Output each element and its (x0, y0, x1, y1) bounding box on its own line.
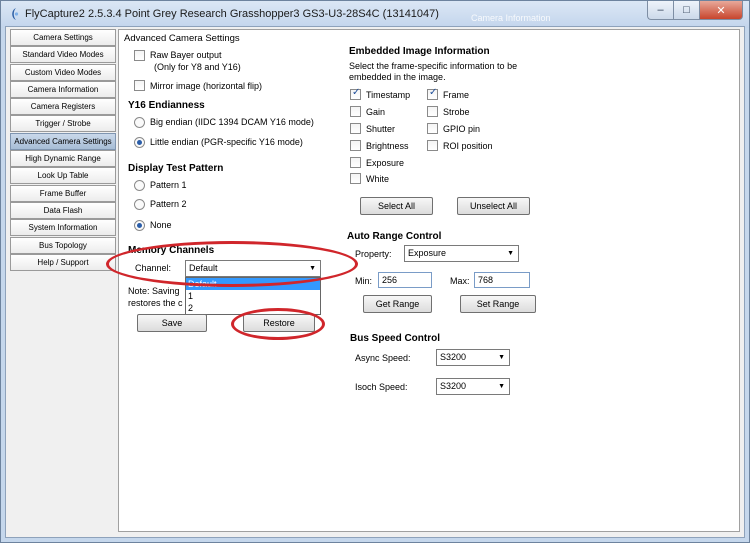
maximize-icon: □ (683, 4, 690, 16)
timestamp-label: Timestamp (366, 90, 411, 100)
sidebar-item-camera-information[interactable]: Camera Information (10, 80, 116, 98)
chevron-down-icon: ▼ (498, 354, 505, 361)
gain-label: Gain (366, 107, 386, 117)
set-range-button[interactable]: Set Range (460, 295, 536, 313)
close-button[interactable]: ✕ (699, 1, 743, 20)
minimize-icon: – (657, 4, 664, 16)
raw-bayer-label: Raw Bayer output (150, 50, 222, 60)
isoch-speed-select[interactable]: S3200 ▼ (436, 378, 510, 395)
note-line-1: Note: Saving (128, 286, 180, 296)
sidebar-item-bus-topology[interactable]: Bus Topology (10, 236, 116, 254)
async-speed-value: S3200 (440, 352, 467, 362)
shutter-label: Shutter (366, 124, 396, 134)
embedded-info-desc-2: embedded in the image. (349, 72, 446, 82)
timestamp-checkbox[interactable] (350, 87, 361, 100)
frame-label: Frame (443, 90, 470, 100)
pattern2-label: Pattern 2 (150, 199, 187, 209)
sidebar-nav: Camera Settings Standard Video Modes Cus… (10, 29, 116, 271)
chevron-down-icon: ▼ (498, 383, 505, 390)
embedded-info-desc-1: Select the frame-specific information to… (349, 61, 518, 71)
roi-position-checkbox[interactable] (427, 140, 438, 151)
bus-speed-heading: Bus Speed Control (350, 333, 441, 344)
white-label: White (366, 174, 390, 184)
max-label: Max: (450, 276, 470, 286)
sidebar-item-data-flash[interactable]: Data Flash (10, 201, 116, 219)
sidebar-item-standard-video-modes[interactable]: Standard Video Modes (10, 46, 116, 64)
brightness-label: Brightness (366, 141, 409, 151)
roi-position-label: ROI position (443, 141, 493, 151)
save-button[interactable]: Save (137, 314, 207, 332)
raw-bayer-sublabel: (Only for Y8 and Y16) (154, 62, 241, 72)
y16-endianness-heading: Y16 Endianness (128, 100, 205, 111)
sidebar-item-frame-buffer[interactable]: Frame Buffer (10, 184, 116, 202)
app-icon (12, 8, 19, 20)
property-label: Property: (355, 249, 392, 259)
big-endian-radio[interactable] (134, 117, 145, 128)
none-label: None (150, 220, 172, 230)
sidebar-item-help-support[interactable]: Help / Support (10, 253, 116, 271)
shutter-checkbox[interactable] (350, 123, 361, 134)
little-endian-label: Little endian (PGR-specific Y16 mode) (150, 137, 303, 147)
sidebar-item-camera-settings[interactable]: Camera Settings (10, 29, 116, 46)
mirror-image-label: Mirror image (horizontal flip) (150, 81, 263, 91)
property-select[interactable]: Exposure ▼ (404, 245, 519, 262)
get-range-button[interactable]: Get Range (363, 295, 432, 313)
frame-checkbox[interactable] (427, 87, 438, 100)
brightness-checkbox[interactable] (350, 140, 361, 151)
gpio-pin-label: GPIO pin (443, 124, 481, 134)
pattern1-radio[interactable] (134, 180, 145, 191)
gain-checkbox[interactable] (350, 106, 361, 117)
exposure-label: Exposure (366, 158, 405, 168)
close-icon: ✕ (716, 4, 726, 17)
sidebar-item-custom-video-modes[interactable]: Custom Video Modes (10, 63, 116, 81)
channel-option-1[interactable]: 1 (186, 290, 320, 302)
strobe-label: Strobe (443, 107, 470, 117)
app-window: FlyCapture2 2.5.3.4 Point Grey Research … (0, 0, 750, 543)
async-speed-label: Async Speed: (355, 353, 411, 363)
min-label: Min: (355, 276, 373, 286)
note-line-2: restores the c (128, 298, 183, 308)
sidebar-item-trigger-strobe[interactable]: Trigger / Strobe (10, 115, 116, 133)
sidebar-item-high-dynamic-range[interactable]: High Dynamic Range (10, 150, 116, 168)
exposure-checkbox[interactable] (350, 157, 361, 168)
sidebar-item-system-information[interactable]: System Information (10, 219, 116, 237)
restore-highlight-ellipse (231, 308, 325, 340)
window-title: FlyCapture2 2.5.3.4 Point Grey Research … (25, 8, 439, 20)
advanced-group-title: Advanced Camera Settings (124, 33, 240, 44)
gpio-pin-checkbox[interactable] (427, 123, 438, 134)
chevron-down-icon: ▼ (507, 250, 514, 257)
none-radio[interactable] (134, 220, 145, 231)
unselect-all-button[interactable]: Unselect All (457, 197, 530, 215)
property-select-value: Exposure (408, 248, 447, 258)
big-endian-label: Big endian (IIDC 1394 DCAM Y16 mode) (150, 117, 314, 127)
max-input[interactable]: 768 (474, 272, 530, 288)
min-input[interactable]: 256 (378, 272, 432, 288)
raw-bayer-checkbox[interactable] (134, 50, 145, 61)
strobe-checkbox[interactable] (427, 106, 438, 117)
sidebar-item-look-up-table[interactable]: Look Up Table (10, 167, 116, 185)
sidebar-item-camera-registers[interactable]: Camera Registers (10, 98, 116, 116)
mirror-image-checkbox[interactable] (134, 80, 145, 91)
little-endian-radio[interactable] (134, 137, 145, 148)
async-speed-select[interactable]: S3200 ▼ (436, 349, 510, 366)
pattern1-label: Pattern 1 (150, 180, 187, 190)
isoch-speed-label: Isoch Speed: (355, 382, 408, 392)
test-pattern-heading: Display Test Pattern (128, 163, 224, 174)
pattern2-radio[interactable] (134, 199, 145, 210)
minimize-button[interactable]: – (647, 1, 673, 20)
white-checkbox[interactable] (350, 173, 361, 184)
select-all-button[interactable]: Select All (360, 197, 433, 215)
title-bar[interactable]: FlyCapture2 2.5.3.4 Point Grey Research … (1, 1, 749, 28)
channel-highlight-ellipse (106, 241, 358, 287)
background-window-title: Camera Information (471, 13, 551, 23)
auto-range-heading: Auto Range Control (347, 231, 442, 242)
client-area: Camera Settings Standard Video Modes Cus… (5, 26, 745, 538)
embedded-info-heading: Embedded Image Information (349, 46, 490, 57)
isoch-speed-value: S3200 (440, 381, 467, 391)
maximize-button[interactable]: □ (673, 1, 699, 20)
sidebar-item-advanced-camera-settings[interactable]: Advanced Camera Settings (10, 132, 116, 150)
